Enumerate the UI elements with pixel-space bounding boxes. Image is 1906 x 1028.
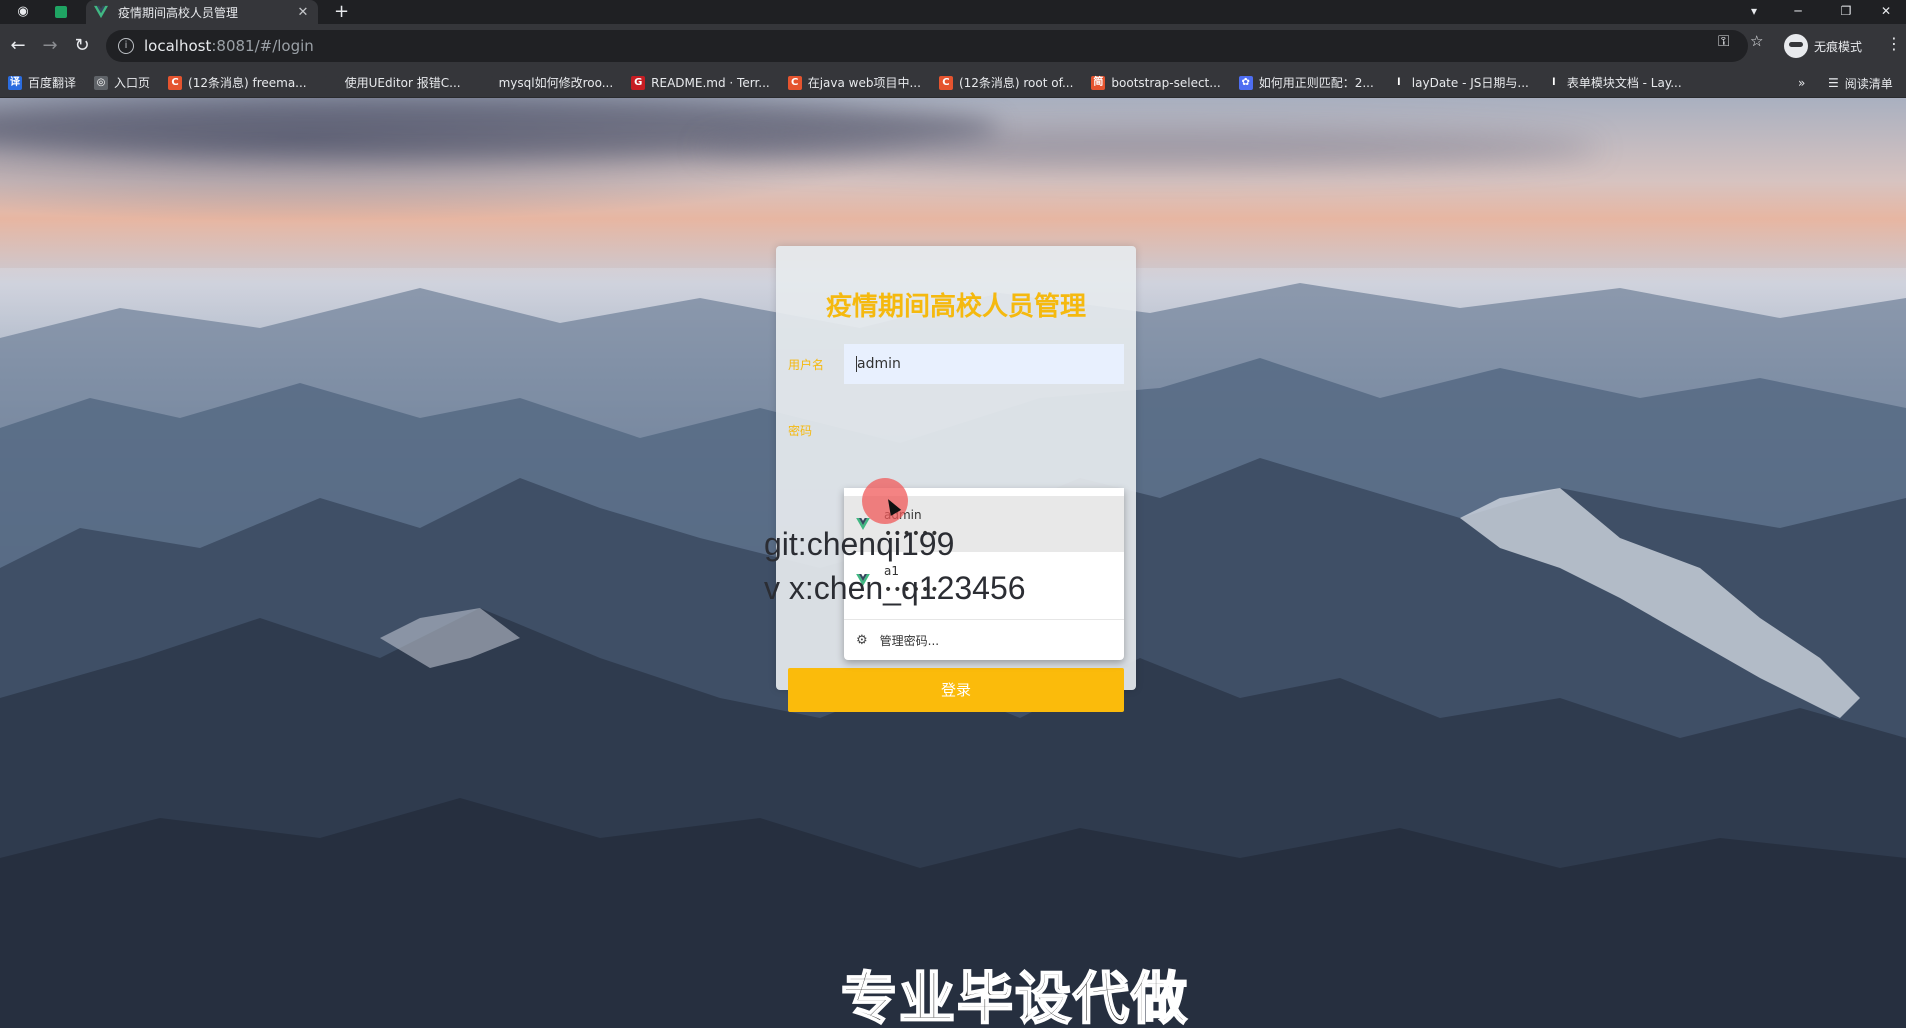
bookmark-label: README.md · Terr... [651, 75, 770, 90]
tab-active[interactable]: 疫情期间高校人员管理 ✕ [86, 0, 318, 24]
bookmark-item[interactable]: 使用UEditor 报错C... [324, 74, 461, 91]
incognito-icon [1784, 34, 1808, 58]
watermark-contact: v x:chen_q123456 [764, 570, 1026, 606]
username-label: 用户名 [788, 358, 825, 372]
incognito-profile[interactable]: 无痕模式 [1784, 30, 1862, 62]
login-title: 疫情期间高校人员管理 [825, 292, 1086, 322]
bookmark-label: bootstrap-select... [1111, 75, 1221, 90]
reading-list[interactable]: ☰ 阅读清单 [1828, 68, 1893, 98]
password-label: 密码 [788, 424, 813, 438]
tab-search-dropdown-icon[interactable]: ▾ [1734, 0, 1774, 24]
minimize-icon[interactable]: ─ [1778, 0, 1818, 24]
blank-icon [324, 75, 339, 90]
globe-icon: ◎ [94, 75, 109, 90]
username-value: admin [857, 356, 901, 372]
bookmark-label: mysql如何修改roo... [498, 76, 614, 90]
username-input[interactable]: admin [844, 344, 1124, 384]
manage-passwords-item[interactable]: ⚙ 管理密码... [844, 620, 1124, 660]
password-key-icon[interactable]: ⚿ [1718, 32, 1729, 50]
new-tab-icon[interactable]: + [334, 1, 349, 23]
blank-icon [478, 75, 493, 90]
csdn-icon: C [787, 75, 802, 90]
bookmark-item[interactable]: 译百度翻译 [8, 74, 76, 91]
fanyi-icon: 译 [8, 75, 22, 90]
reading-list-label: 阅读清单 [1844, 76, 1893, 91]
address-path: :8081/#/login [211, 37, 314, 55]
bookmark-label: 入口页 [114, 76, 151, 90]
restore-icon[interactable]: ❐ [1826, 0, 1866, 24]
close-window-icon[interactable]: ✕ [1866, 0, 1906, 24]
login-button[interactable]: 登录 [788, 668, 1124, 712]
manage-passwords-label: 管理密码... [879, 633, 940, 648]
bookmark-item[interactable]: mysql如何修改roo... [478, 74, 614, 91]
bookmark-star-icon[interactable]: ☆ [1750, 32, 1763, 50]
bookmark-label: 表单模块文档 - Lay... [1566, 76, 1682, 90]
bookmark-label: layDate - JS日期与... [1411, 76, 1529, 90]
bookmark-item[interactable]: C (12条消息) freema... [168, 74, 307, 91]
browser-toolbar: ← → ↻ i localhost :8081/#/login ⚿ ☆ 无痕模式… [0, 24, 1906, 68]
tab-title: 疫情期间高校人员管理 [118, 5, 239, 20]
bookmark-item[interactable]: l layDate - JS日期与... [1391, 74, 1529, 91]
menu-icon[interactable]: ⋮ [1886, 34, 1902, 53]
bookmark-item[interactable]: ✿ 如何用正则匹配：2... [1238, 74, 1374, 91]
incognito-label: 无痕模式 [1814, 39, 1863, 54]
forward-icon[interactable]: → [38, 34, 62, 58]
vue-logo-icon [94, 5, 108, 19]
bookmark-item[interactable]: 简 bootstrap-select... [1091, 75, 1221, 90]
layui-icon: l [1391, 75, 1406, 90]
baidu-icon: ✿ [1238, 75, 1253, 90]
site-info-icon[interactable]: i [118, 38, 134, 54]
bookmark-label: 如何用正则匹配：2... [1258, 76, 1374, 90]
back-icon[interactable]: ← [6, 34, 30, 58]
reading-list-icon: ☰ [1828, 76, 1839, 90]
reload-icon[interactable]: ↻ [70, 34, 94, 58]
pinned-tab-icon[interactable] [52, 3, 70, 21]
gear-icon: ⚙ [856, 632, 868, 648]
bookmark-label: 使用UEditor 报错C... [344, 76, 461, 90]
bookmark-label: 在java web项目中... [807, 76, 921, 90]
bookmark-item[interactable]: ◎ 入口页 [94, 74, 150, 91]
tab-search-icon[interactable]: ◉ [14, 3, 32, 21]
jianshu-icon: 简 [1091, 75, 1106, 90]
watermark-footer: 专业毕设代做 [840, 966, 1189, 1028]
tab-close-icon[interactable]: ✕ [296, 5, 310, 20]
csdn-icon: C [938, 75, 953, 90]
bookmark-item[interactable]: l 表单模块文档 - Lay... [1546, 74, 1682, 91]
tab-strip: ◉ 疫情期间高校人员管理 ✕ + ▾ ─ ❐ ✕ [0, 0, 1906, 24]
address-bar[interactable]: i localhost :8081/#/login [106, 30, 1748, 62]
bookmark-label: (12条消息) freema... [188, 76, 307, 90]
bookmark-label: 百度翻译 [28, 76, 77, 90]
csdn-icon: C [168, 75, 183, 90]
bookmark-item[interactable]: C (12条消息) root of... [938, 74, 1074, 91]
layui-icon: l [1546, 75, 1561, 90]
address-host: localhost [144, 37, 212, 55]
bookmark-item[interactable]: G README.md · Terr... [631, 75, 770, 90]
watermark-git: git:chenqi199 [764, 526, 955, 562]
bookmark-label: (12条消息) root of... [958, 76, 1074, 90]
bookmarks-bar: 译百度翻译 ◎ 入口页 C (12条消息) freema... 使用UEditor 报错C… [0, 68, 1906, 98]
bookmark-item[interactable]: C 在java web项目中... [787, 74, 921, 91]
bookmarks-more-icon[interactable]: » [1798, 68, 1805, 98]
gitee-icon: G [631, 75, 646, 90]
